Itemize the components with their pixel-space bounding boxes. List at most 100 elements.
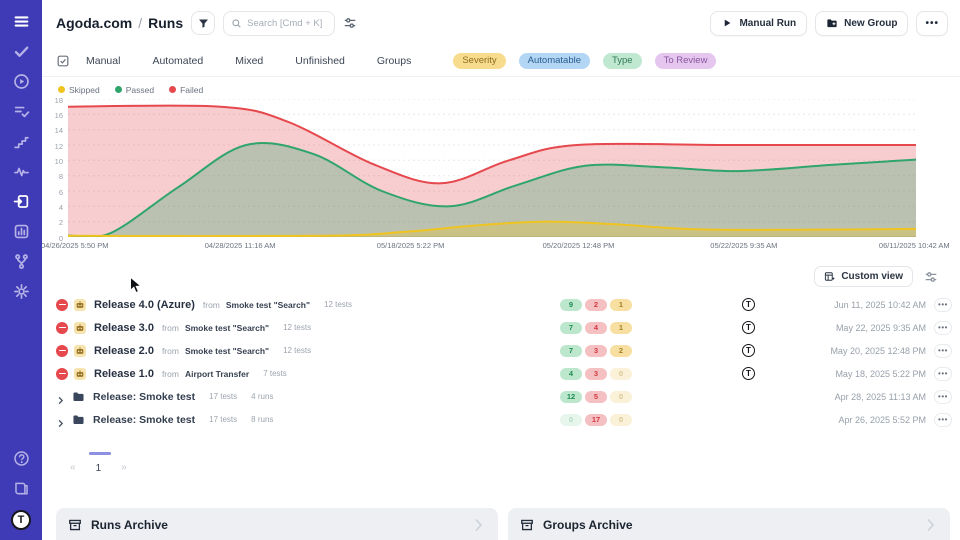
sidebar-pulse-icon[interactable] [13, 163, 30, 180]
run-source[interactable]: Smoke test "Search" [226, 300, 310, 310]
sidebar-import-box-icon[interactable] [13, 193, 30, 210]
y-tick: 18 [55, 96, 63, 105]
legend-skipped[interactable]: Skipped [58, 85, 100, 95]
sidebar-steps-icon[interactable] [13, 133, 30, 150]
select-runs-icon[interactable] [56, 54, 70, 68]
tab-groups[interactable]: Groups [377, 55, 411, 67]
row-more-button[interactable]: ••• [934, 413, 952, 427]
sidebar-docs-icon[interactable] [13, 480, 30, 497]
new-group-button[interactable]: New Group [815, 11, 908, 36]
run-source[interactable]: Smoke test "Search" [185, 346, 269, 356]
automated-run-icon [74, 368, 86, 380]
legend-label: Passed [126, 85, 154, 95]
search-box[interactable] [223, 11, 335, 36]
breadcrumb-page: Runs [148, 15, 183, 31]
filter-pill-automatable[interactable]: Automatable [519, 53, 590, 69]
sidebar-help-icon[interactable] [13, 450, 30, 467]
folder-plus-icon [826, 17, 838, 29]
list-settings-icon[interactable] [924, 270, 938, 284]
filter-pills: Severity Automatable Type To Review [453, 53, 716, 69]
failed-count-badge: 17 [585, 414, 607, 426]
row-more-button[interactable]: ••• [934, 390, 952, 404]
sidebar-branches-icon[interactable] [13, 253, 30, 270]
chevron-right-icon [470, 517, 486, 533]
x-tick: 06/11/2025 10:42 AM [879, 241, 950, 250]
run-title[interactable]: Release 1.0 [94, 368, 154, 380]
search-input[interactable] [247, 18, 327, 29]
expand-chevron-icon[interactable] [56, 392, 65, 401]
run-from-label: from [162, 323, 179, 333]
tab-mixed[interactable]: Mixed [235, 55, 263, 67]
filter-button[interactable] [191, 11, 215, 35]
failed-count-badge: 3 [585, 345, 607, 357]
row-more-button[interactable]: ••• [934, 321, 952, 335]
tab-manual[interactable]: Manual [86, 55, 120, 67]
legend-failed[interactable]: Failed [169, 85, 203, 95]
sidebar-runs-play-icon[interactable] [13, 73, 30, 90]
run-title[interactable]: Release 2.0 [94, 345, 154, 357]
filter-pill-severity[interactable]: Severity [453, 53, 505, 69]
chart-section: SkippedPassedFailed 024681012141618 04/2… [42, 77, 960, 255]
sidebar-tests-check-icon[interactable] [13, 43, 30, 60]
table-row[interactable]: Release 2.0fromSmoke test "Search"12 tes… [56, 339, 952, 362]
chart-x-axis: 04/26/2025 5:50 PM04/28/2025 11:16 AM05/… [68, 240, 916, 255]
pagination-prev[interactable]: « [70, 462, 76, 473]
filter-pill-to-review[interactable]: To Review [655, 53, 717, 69]
runs-table: Release 4.0 (Azure) from Smoke test "Searc… [56, 293, 952, 431]
archive-icon [68, 518, 82, 532]
area-chart [68, 99, 916, 237]
row-more-button[interactable]: ••• [934, 367, 952, 381]
pagination-page-1[interactable]: 1 [96, 461, 102, 474]
sidebar-settings-gear-icon[interactable] [13, 283, 30, 300]
table-row[interactable]: Release: Smoke test17 tests8 runs0170Apr… [56, 408, 952, 431]
skipped-count-badge: 2 [610, 345, 632, 357]
run-source[interactable]: Smoke test "Search" [185, 323, 269, 333]
runs-archive-title: Runs Archive [91, 518, 168, 532]
group-title[interactable]: Release: Smoke test [93, 391, 195, 403]
breadcrumb-separator: / [138, 15, 142, 31]
custom-view-button[interactable]: Custom view [814, 266, 913, 287]
row-more-button[interactable]: ••• [934, 298, 952, 312]
run-title[interactable]: Release 3.0 [94, 322, 154, 334]
result-badges: 0170 [560, 414, 632, 426]
groups-archive-toggle[interactable]: Groups Archive [508, 508, 950, 540]
sidebar-plans-list-icon[interactable] [13, 103, 30, 120]
sidebar-analytics-icon[interactable] [13, 223, 30, 240]
filter-pill-type[interactable]: Type [603, 53, 642, 69]
runs-archive-toggle[interactable]: Runs Archive [56, 508, 498, 540]
manual-run-button[interactable]: Manual Run [710, 11, 807, 36]
sidebar-logo[interactable]: T [11, 510, 31, 530]
run-date: Apr 28, 2025 11:13 AM [835, 392, 926, 402]
run-source[interactable]: Airport Transfer [185, 369, 249, 379]
search-settings-icon[interactable] [343, 16, 357, 30]
run-tests-count: 12 tests [324, 300, 352, 309]
row-more-button[interactable]: ••• [934, 344, 952, 358]
legend-label: Skipped [69, 85, 100, 95]
reporter-logo-icon: T [742, 321, 755, 334]
run-date: May 22, 2025 9:35 AM [836, 323, 926, 333]
automated-run-icon [74, 299, 86, 311]
run-title[interactable]: Release 4.0 (Azure) [94, 299, 195, 311]
legend-label: Failed [180, 85, 203, 95]
legend-passed[interactable]: Passed [115, 85, 154, 95]
pagination-next[interactable]: » [121, 462, 127, 473]
run-from-label: from [162, 346, 179, 356]
breadcrumb-project[interactable]: Agoda.com [56, 15, 132, 31]
table-row[interactable]: Release 4.0 (Azure) from Smoke test "Searc… [56, 293, 952, 316]
passed-count-badge: 7 [560, 322, 582, 334]
sidebar-menu-icon[interactable] [13, 13, 30, 30]
run-date: May 18, 2025 5:22 PM [835, 369, 926, 379]
table-row[interactable]: Release 3.0fromSmoke test "Search"12 tes… [56, 316, 952, 339]
runs-tab-bar: Manual Automated Mixed Unfinished Groups Sev… [42, 46, 960, 77]
group-title[interactable]: Release: Smoke test [93, 414, 195, 426]
tab-unfinished[interactable]: Unfinished [295, 55, 345, 67]
table-row[interactable]: Release 1.0fromAirport Transfer7 tests43… [56, 362, 952, 385]
runs-list-section: Custom view Release 4.0 (Azure) from Smoke… [42, 255, 960, 474]
run-from-label: from [203, 300, 220, 310]
header-more-button[interactable]: ••• [916, 11, 948, 36]
table-row[interactable]: Release: Smoke test17 tests4 runs1250Apr… [56, 385, 952, 408]
expand-chevron-icon[interactable] [56, 415, 65, 424]
tab-automated[interactable]: Automated [152, 55, 203, 67]
passed-count-badge: 0 [560, 414, 582, 426]
reporter-logo-icon: T [742, 367, 755, 380]
